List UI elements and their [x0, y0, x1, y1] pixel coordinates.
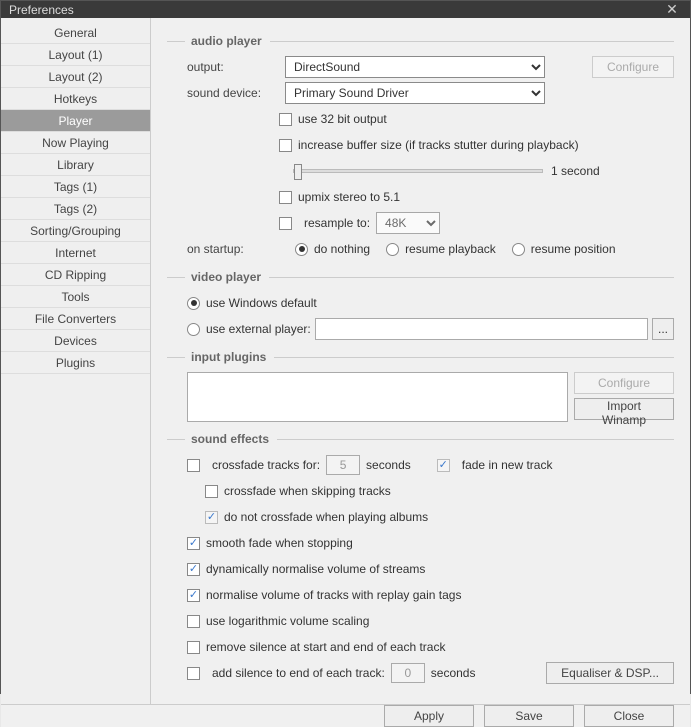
- configure-output-button[interactable]: Configure: [592, 56, 674, 78]
- plugins-heading: input plugins: [191, 350, 266, 364]
- save-button[interactable]: Save: [484, 705, 574, 727]
- window-title: Preferences: [9, 3, 662, 17]
- sidebar-item-hotkeys[interactable]: Hotkeys: [1, 88, 150, 110]
- remove-silence-checkbox[interactable]: [187, 641, 200, 654]
- sidebar-item-sorting-grouping[interactable]: Sorting/Grouping: [1, 220, 150, 242]
- startup-nothing-radio[interactable]: [295, 243, 308, 256]
- resample-select[interactable]: 48K: [376, 212, 440, 234]
- rg-norm-checkbox[interactable]: [187, 589, 200, 602]
- sidebar: GeneralLayout (1)Layout (2)HotkeysPlayer…: [1, 18, 151, 704]
- close-icon[interactable]: ✕: [662, 1, 682, 18]
- plugin-configure-button[interactable]: Configure: [574, 372, 674, 394]
- sidebar-item-tools[interactable]: Tools: [1, 286, 150, 308]
- resample-label: resample to:: [304, 216, 370, 230]
- resample-checkbox[interactable]: [279, 217, 292, 230]
- video-external-label: use external player:: [206, 322, 311, 336]
- video-heading: video player: [191, 270, 261, 284]
- close-button[interactable]: Close: [584, 705, 674, 727]
- import-winamp-button[interactable]: Import Winamp: [574, 398, 674, 420]
- output-label: output:: [187, 60, 279, 74]
- crossfade-checkbox[interactable]: [187, 459, 200, 472]
- sidebar-item-cd-ripping[interactable]: CD Ripping: [1, 264, 150, 286]
- fx-heading: sound effects: [191, 432, 269, 446]
- equaliser-dsp-button[interactable]: Equaliser & DSP...: [546, 662, 674, 684]
- sound-device-select[interactable]: Primary Sound Driver: [285, 82, 545, 104]
- slider-thumb[interactable]: [294, 164, 302, 180]
- content-panel: audio player output: DirectSound Configu…: [151, 18, 690, 704]
- preferences-window: Preferences ✕ GeneralLayout (1)Layout (2…: [0, 0, 691, 694]
- startup-resume-position-radio[interactable]: [512, 243, 525, 256]
- audio-heading: audio player: [191, 34, 262, 48]
- external-player-input[interactable]: [315, 318, 648, 340]
- footer: Apply Save Close: [1, 704, 690, 727]
- sidebar-item-file-converters[interactable]: File Converters: [1, 308, 150, 330]
- sidebar-item-player[interactable]: Player: [1, 110, 150, 132]
- titlebar: Preferences ✕: [1, 1, 690, 18]
- browse-button[interactable]: ...: [652, 318, 674, 340]
- increase-buffer-checkbox[interactable]: [279, 139, 292, 152]
- sound-device-label: sound device:: [187, 86, 279, 100]
- crossfade-seconds-input[interactable]: [326, 455, 360, 475]
- plugins-list[interactable]: [187, 372, 568, 422]
- sidebar-item-internet[interactable]: Internet: [1, 242, 150, 264]
- upmix-label: upmix stereo to 5.1: [298, 190, 400, 204]
- video-external-radio[interactable]: [187, 323, 200, 336]
- add-silence-input[interactable]: [391, 663, 425, 683]
- sidebar-item-now-playing[interactable]: Now Playing: [1, 132, 150, 154]
- increase-buffer-label: increase buffer size (if tracks stutter …: [298, 138, 579, 152]
- upmix-checkbox[interactable]: [279, 191, 292, 204]
- no-crossfade-albums-checkbox[interactable]: [205, 511, 218, 524]
- video-default-label: use Windows default: [206, 296, 317, 310]
- sidebar-item-tags-1-[interactable]: Tags (1): [1, 176, 150, 198]
- sidebar-item-library[interactable]: Library: [1, 154, 150, 176]
- fade-in-checkbox[interactable]: [437, 459, 450, 472]
- smooth-fade-checkbox[interactable]: [187, 537, 200, 550]
- use-32bit-checkbox[interactable]: [279, 113, 292, 126]
- add-silence-checkbox[interactable]: [187, 667, 200, 680]
- output-select[interactable]: DirectSound: [285, 56, 545, 78]
- sidebar-item-tags-2-[interactable]: Tags (2): [1, 198, 150, 220]
- apply-button[interactable]: Apply: [384, 705, 474, 727]
- crossfade-skip-checkbox[interactable]: [205, 485, 218, 498]
- sidebar-item-plugins[interactable]: Plugins: [1, 352, 150, 374]
- buffer-slider[interactable]: [293, 169, 543, 173]
- sidebar-item-devices[interactable]: Devices: [1, 330, 150, 352]
- sidebar-item-general[interactable]: General: [1, 22, 150, 44]
- sidebar-item-layout-1-[interactable]: Layout (1): [1, 44, 150, 66]
- buffer-value: 1 second: [551, 164, 600, 178]
- sidebar-item-layout-2-[interactable]: Layout (2): [1, 66, 150, 88]
- startup-label: on startup:: [187, 242, 279, 256]
- dyn-norm-checkbox[interactable]: [187, 563, 200, 576]
- video-default-radio[interactable]: [187, 297, 200, 310]
- log-scale-checkbox[interactable]: [187, 615, 200, 628]
- startup-resume-playback-radio[interactable]: [386, 243, 399, 256]
- use-32bit-label: use 32 bit output: [298, 112, 387, 126]
